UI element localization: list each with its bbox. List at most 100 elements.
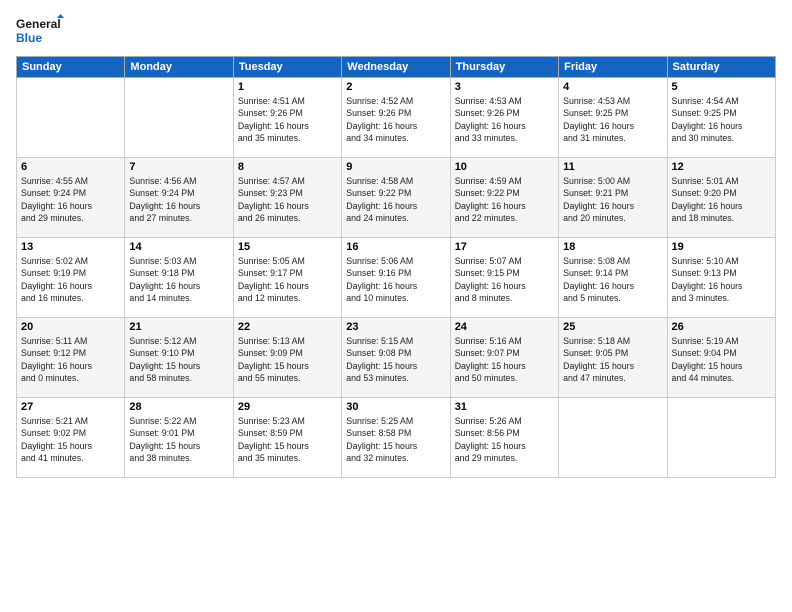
day-info: Sunrise: 4:53 AM Sunset: 9:25 PM Dayligh… — [563, 95, 662, 144]
calendar-table: SundayMondayTuesdayWednesdayThursdayFrid… — [16, 56, 776, 478]
day-number: 5 — [672, 81, 771, 93]
calendar-cell: 13 Sunrise: 5:02 AM Sunset: 9:19 PM Dayli… — [17, 238, 125, 318]
svg-text:Blue: Blue — [16, 31, 42, 45]
calendar-cell: 24Sunrise: 5:16 AM Sunset: 9:07 PM Dayli… — [450, 318, 558, 398]
calendar-weekday: Sunday — [17, 57, 125, 78]
day-number: 28 — [129, 401, 228, 413]
calendar-cell: 3 Sunrise: 4:53 AM Sunset: 9:26 PM Daylig… — [450, 78, 558, 158]
day-number: 31 — [455, 401, 554, 413]
day-number: 24 — [455, 321, 554, 333]
svg-text:General: General — [16, 17, 61, 31]
calendar-cell — [125, 78, 233, 158]
logo: General Blue — [16, 12, 66, 48]
day-number: 8 — [238, 161, 337, 173]
day-info: Sunrise: 5:06 AM Sunset: 9:16 PM Dayligh… — [346, 255, 445, 304]
calendar-cell: 28 Sunrise: 5:22 AM Sunset: 9:01 PM Dayli… — [125, 398, 233, 478]
day-info: Sunrise: 5:13 AM Sunset: 9:09 PM Dayligh… — [238, 335, 337, 384]
day-info: Sunrise: 5:00 AM Sunset: 9:21 PM Dayligh… — [563, 175, 662, 224]
day-info: Sunrise: 5:05 AM Sunset: 9:17 PM Dayligh… — [238, 255, 337, 304]
calendar-cell — [559, 398, 667, 478]
calendar-cell: 31Sunrise: 5:26 AM Sunset: 8:56 PM Dayli… — [450, 398, 558, 478]
day-info: Sunrise: 5:07 AM Sunset: 9:15 PM Dayligh… — [455, 255, 554, 304]
day-info: Sunrise: 5:19 AM Sunset: 9:04 PM Dayligh… — [672, 335, 771, 384]
day-info: Sunrise: 4:51 AM Sunset: 9:26 PM Dayligh… — [238, 95, 337, 144]
day-number: 18 — [563, 241, 662, 253]
day-number: 11 — [563, 161, 662, 173]
logo-svg: General Blue — [16, 12, 66, 48]
calendar-cell: 27Sunrise: 5:21 AM Sunset: 9:02 PM Dayli… — [17, 398, 125, 478]
calendar-cell: 22 Sunrise: 5:13 AM Sunset: 9:09 PM Dayli… — [233, 318, 341, 398]
day-info: Sunrise: 4:54 AM Sunset: 9:25 PM Dayligh… — [672, 95, 771, 144]
day-info: Sunrise: 5:12 AM Sunset: 9:10 PM Dayligh… — [129, 335, 228, 384]
day-number: 2 — [346, 81, 445, 93]
calendar-cell: 20 Sunrise: 5:11 AM Sunset: 9:12 PM Dayli… — [17, 318, 125, 398]
day-number: 10 — [455, 161, 554, 173]
calendar-cell: 14 Sunrise: 5:03 AM Sunset: 9:18 PM Dayli… — [125, 238, 233, 318]
day-number: 15 — [238, 241, 337, 253]
day-info: Sunrise: 5:02 AM Sunset: 9:19 PM Dayligh… — [21, 255, 120, 304]
calendar-week-row: 20 Sunrise: 5:11 AM Sunset: 9:12 PM Dayli… — [17, 318, 776, 398]
day-number: 21 — [129, 321, 228, 333]
calendar-cell: 11 Sunrise: 5:00 AM Sunset: 9:21 PM Dayli… — [559, 158, 667, 238]
day-number: 6 — [21, 161, 120, 173]
calendar-weekday: Saturday — [667, 57, 775, 78]
calendar-week-row: 1 Sunrise: 4:51 AM Sunset: 9:26 PM Daylig… — [17, 78, 776, 158]
calendar-cell: 16Sunrise: 5:06 AM Sunset: 9:16 PM Dayli… — [342, 238, 450, 318]
day-number: 13 — [21, 241, 120, 253]
calendar-cell: 18 Sunrise: 5:08 AM Sunset: 9:14 PM Dayli… — [559, 238, 667, 318]
day-number: 29 — [238, 401, 337, 413]
calendar-cell: 12Sunrise: 5:01 AM Sunset: 9:20 PM Dayli… — [667, 158, 775, 238]
day-info: Sunrise: 5:08 AM Sunset: 9:14 PM Dayligh… — [563, 255, 662, 304]
calendar-cell: 29Sunrise: 5:23 AM Sunset: 8:59 PM Dayli… — [233, 398, 341, 478]
day-info: Sunrise: 5:03 AM Sunset: 9:18 PM Dayligh… — [129, 255, 228, 304]
day-info: Sunrise: 5:22 AM Sunset: 9:01 PM Dayligh… — [129, 415, 228, 464]
day-number: 14 — [129, 241, 228, 253]
calendar-week-row: 6 Sunrise: 4:55 AM Sunset: 9:24 PM Daylig… — [17, 158, 776, 238]
day-number: 25 — [563, 321, 662, 333]
day-number: 1 — [238, 81, 337, 93]
day-number: 4 — [563, 81, 662, 93]
day-number: 19 — [672, 241, 771, 253]
calendar-weekday: Monday — [125, 57, 233, 78]
day-number: 23 — [346, 321, 445, 333]
day-info: Sunrise: 5:11 AM Sunset: 9:12 PM Dayligh… — [21, 335, 120, 384]
calendar-cell: 19 Sunrise: 5:10 AM Sunset: 9:13 PM Dayli… — [667, 238, 775, 318]
day-info: Sunrise: 5:25 AM Sunset: 8:58 PM Dayligh… — [346, 415, 445, 464]
calendar-cell: 4 Sunrise: 4:53 AM Sunset: 9:25 PM Daylig… — [559, 78, 667, 158]
calendar-cell: 10 Sunrise: 4:59 AM Sunset: 9:22 PM Dayli… — [450, 158, 558, 238]
calendar-cell: 30 Sunrise: 5:25 AM Sunset: 8:58 PM Dayli… — [342, 398, 450, 478]
day-number: 7 — [129, 161, 228, 173]
day-info: Sunrise: 4:53 AM Sunset: 9:26 PM Dayligh… — [455, 95, 554, 144]
calendar-cell: 8Sunrise: 4:57 AM Sunset: 9:23 PM Daylig… — [233, 158, 341, 238]
calendar-weekday: Thursday — [450, 57, 558, 78]
day-number: 3 — [455, 81, 554, 93]
calendar-weekday: Tuesday — [233, 57, 341, 78]
calendar-week-row: 27Sunrise: 5:21 AM Sunset: 9:02 PM Dayli… — [17, 398, 776, 478]
calendar-cell: 17 Sunrise: 5:07 AM Sunset: 9:15 PM Dayli… — [450, 238, 558, 318]
day-number: 22 — [238, 321, 337, 333]
day-number: 17 — [455, 241, 554, 253]
day-info: Sunrise: 5:10 AM Sunset: 9:13 PM Dayligh… — [672, 255, 771, 304]
day-info: Sunrise: 4:52 AM Sunset: 9:26 PM Dayligh… — [346, 95, 445, 144]
calendar-cell: 5 Sunrise: 4:54 AM Sunset: 9:25 PM Daylig… — [667, 78, 775, 158]
calendar-cell: 23 Sunrise: 5:15 AM Sunset: 9:08 PM Dayli… — [342, 318, 450, 398]
calendar-cell: 1 Sunrise: 4:51 AM Sunset: 9:26 PM Daylig… — [233, 78, 341, 158]
calendar-cell — [17, 78, 125, 158]
day-number: 9 — [346, 161, 445, 173]
calendar-cell — [667, 398, 775, 478]
day-info: Sunrise: 4:59 AM Sunset: 9:22 PM Dayligh… — [455, 175, 554, 224]
calendar-cell: 2 Sunrise: 4:52 AM Sunset: 9:26 PM Daylig… — [342, 78, 450, 158]
calendar-weekday: Wednesday — [342, 57, 450, 78]
page: General Blue SundayMondayTuesdayWednesda… — [0, 0, 792, 612]
calendar-week-row: 13 Sunrise: 5:02 AM Sunset: 9:19 PM Dayli… — [17, 238, 776, 318]
calendar-cell: 26 Sunrise: 5:19 AM Sunset: 9:04 PM Dayli… — [667, 318, 775, 398]
day-info: Sunrise: 4:55 AM Sunset: 9:24 PM Dayligh… — [21, 175, 120, 224]
day-number: 26 — [672, 321, 771, 333]
calendar-cell: 25Sunrise: 5:18 AM Sunset: 9:05 PM Dayli… — [559, 318, 667, 398]
calendar-cell: 9Sunrise: 4:58 AM Sunset: 9:22 PM Daylig… — [342, 158, 450, 238]
day-info: Sunrise: 5:15 AM Sunset: 9:08 PM Dayligh… — [346, 335, 445, 384]
day-number: 20 — [21, 321, 120, 333]
day-number: 12 — [672, 161, 771, 173]
day-number: 30 — [346, 401, 445, 413]
day-info: Sunrise: 5:21 AM Sunset: 9:02 PM Dayligh… — [21, 415, 120, 464]
